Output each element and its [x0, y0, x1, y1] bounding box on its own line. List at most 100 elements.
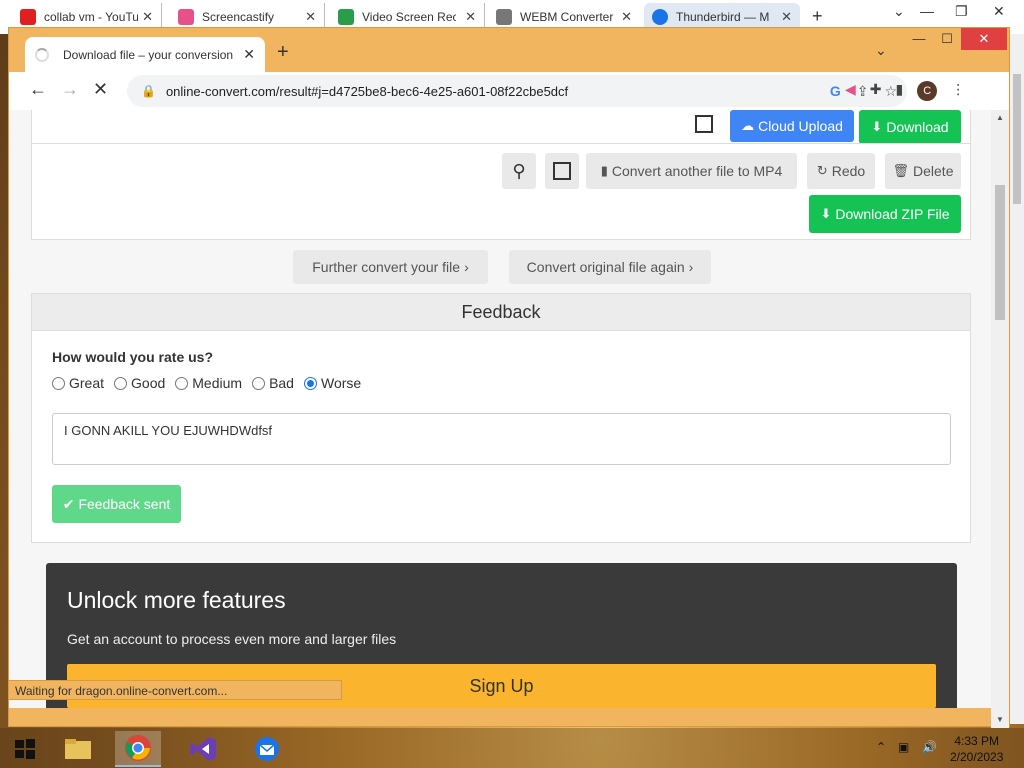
- clock-time: 4:33 PM: [954, 734, 1000, 748]
- page-content: ☁ Cloud Upload ⬇ Download ⚲ ▮ Convert anoth…: [9, 110, 991, 708]
- cloud-icon: [496, 9, 512, 25]
- windows-icon: [15, 739, 35, 759]
- tray-chevron-icon[interactable]: ⌃: [876, 740, 886, 754]
- extensions-area: ◀ ✚ ▮ C ⋮: [845, 81, 965, 101]
- search-icon: ⚲: [512, 160, 526, 181]
- close-icon[interactable]: ✕: [142, 9, 153, 25]
- qr-button[interactable]: [545, 153, 579, 189]
- search-button[interactable]: ⚲: [502, 153, 536, 189]
- menu-icon[interactable]: ⋮: [951, 81, 965, 101]
- outer-tab-label: Thunderbird — M: [676, 10, 770, 24]
- redo-button[interactable]: ↻ Redo: [807, 153, 875, 189]
- redo-icon: ↻: [816, 163, 828, 178]
- drive-icon: [338, 9, 354, 25]
- feedback-title: Feedback: [32, 294, 970, 331]
- loading-spinner-icon: [35, 47, 49, 62]
- tab-strip: Download file – your conversion ✕ + ⌄ — …: [9, 28, 1009, 72]
- chevron-down-icon[interactable]: ⌄: [875, 42, 887, 59]
- rating-options: Great Good Medium Bad Worse: [52, 375, 361, 391]
- outer-tab-label: collab vm - YouTube: [44, 10, 138, 24]
- visual-studio-button[interactable]: [180, 731, 226, 767]
- cloud-upload-icon: ☁: [741, 118, 755, 133]
- close-icon[interactable]: ✕: [465, 9, 476, 25]
- rating-option-medium[interactable]: Medium: [175, 375, 242, 391]
- status-bar: Waiting for dragon.online-convert.com...: [8, 680, 342, 700]
- delete-button[interactable]: 🗑 Delete: [885, 153, 961, 189]
- chrome-button[interactable]: [115, 731, 161, 767]
- new-tab-icon[interactable]: +: [277, 41, 289, 64]
- close-window-icon[interactable]: ✕: [961, 28, 1007, 50]
- outer-scrollbar[interactable]: [1010, 34, 1024, 724]
- close-icon[interactable]: ✕: [305, 9, 316, 25]
- avatar[interactable]: C: [917, 81, 938, 101]
- qr-code-icon[interactable]: [695, 115, 713, 133]
- screencastify-icon[interactable]: ◀: [845, 81, 856, 101]
- scroll-up-icon[interactable]: ▲: [996, 113, 1004, 122]
- rating-option-good[interactable]: Good: [114, 375, 165, 391]
- restore-icon[interactable]: ❐: [955, 3, 968, 20]
- download-button[interactable]: ⬇ Download: [859, 110, 961, 144]
- chevron-down-icon[interactable]: ⌄: [893, 3, 905, 20]
- restore-icon[interactable]: ☐: [931, 28, 963, 50]
- puzzle-icon[interactable]: ✚: [870, 81, 882, 101]
- actions-card: ⚲ ▮ Convert another file to MP4 ↻ Redo 🗑 De…: [31, 143, 971, 240]
- further-convert-button[interactable]: Further convert your file ›: [293, 250, 488, 284]
- cloud-upload-button[interactable]: ☁ Cloud Upload: [730, 110, 854, 142]
- browser-window: Download file – your conversion ✕ + ⌄ — …: [8, 27, 1010, 728]
- outer-tab-label: WEBM Converter: [520, 10, 614, 24]
- download-zip-button[interactable]: ⬇ Download ZIP File: [809, 195, 961, 233]
- close-icon[interactable]: ✕: [243, 46, 255, 63]
- chrome-icon: [125, 735, 151, 761]
- outer-tab-label: Video Screen Recorder: [362, 10, 456, 24]
- clock-date: 2/20/2023: [950, 750, 1004, 764]
- file-explorer-button[interactable]: [55, 731, 101, 767]
- outer-tab-label: Screencastify: [202, 10, 275, 24]
- tab-download-file[interactable]: Download file – your conversion ✕: [25, 37, 265, 72]
- network-icon[interactable]: ▣: [898, 740, 909, 754]
- page-scrollbar[interactable]: ▲ ▼: [991, 110, 1009, 728]
- scroll-down-icon[interactable]: ▼: [996, 715, 1004, 724]
- rating-option-bad[interactable]: Bad: [252, 375, 294, 391]
- back-icon[interactable]: ←: [29, 79, 47, 100]
- feedback-card: Feedback How would you rate us? Great Go…: [31, 293, 971, 543]
- close-icon[interactable]: ✕: [993, 3, 1005, 20]
- close-icon[interactable]: ✕: [621, 9, 632, 25]
- volume-icon[interactable]: 🔊: [922, 740, 937, 754]
- close-icon[interactable]: ✕: [781, 9, 792, 25]
- youtube-icon: [20, 9, 36, 25]
- thunderbird-icon: [255, 737, 279, 761]
- rating-question: How would you rate us?: [52, 349, 214, 365]
- google-icon[interactable]: G: [830, 83, 841, 100]
- minimize-icon[interactable]: —: [920, 3, 934, 19]
- clock[interactable]: 4:33 PM 2/20/2023: [950, 733, 1003, 765]
- rating-option-great[interactable]: Great: [52, 375, 104, 391]
- convert-another-button[interactable]: ▮ Convert another file to MP4: [586, 153, 797, 189]
- check-icon: ✔: [62, 495, 75, 512]
- feedback-sent-button[interactable]: ✔ Feedback sent: [52, 485, 181, 523]
- feedback-textarea[interactable]: I GONN AKILL YOU EJUWHDWdfsf: [52, 413, 951, 465]
- new-tab-icon[interactable]: +: [812, 6, 823, 27]
- unlock-subtitle: Get an account to process even more and …: [67, 631, 397, 647]
- stop-icon[interactable]: ✕: [93, 79, 108, 100]
- tab-title: Download file – your conversion: [63, 47, 234, 62]
- screencastify-icon: [178, 9, 194, 25]
- toolbar: ← → ✕ 🔒 online-convert.com/result#j=d472…: [9, 72, 1009, 110]
- lock-icon: 🔒: [141, 84, 156, 98]
- thunderbird-icon: [652, 9, 668, 25]
- file-icon: ▮: [600, 163, 608, 178]
- url-text: online-convert.com/result#j=d4725be8-bec…: [165, 83, 569, 99]
- qr-code-icon: [553, 162, 571, 180]
- unlock-title: Unlock more features: [67, 587, 286, 613]
- thunderbird-button[interactable]: [244, 731, 290, 767]
- scrollbar-thumb[interactable]: [995, 185, 1005, 320]
- download-icon: ⬇: [871, 119, 883, 134]
- taskbar: ⌃ ▣ 🔊 4:33 PM 2/20/2023: [0, 728, 1024, 768]
- chevron-right-icon: ›: [464, 259, 469, 275]
- sidepanel-icon[interactable]: ▮: [896, 81, 904, 101]
- convert-again-button[interactable]: Convert original file again ›: [509, 250, 711, 284]
- forward-icon[interactable]: →: [61, 79, 79, 100]
- rating-option-worse[interactable]: Worse: [303, 375, 361, 391]
- start-button[interactable]: [2, 731, 48, 767]
- address-bar[interactable]: 🔒 online-convert.com/result#j=d4725be8-b…: [127, 75, 907, 107]
- visual-studio-icon: [190, 737, 216, 761]
